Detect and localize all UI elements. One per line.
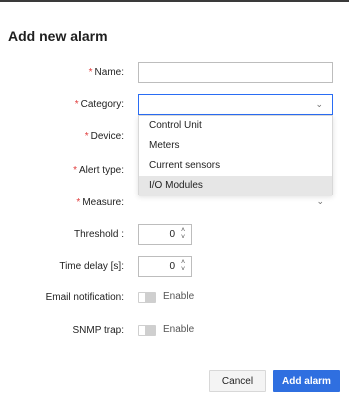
dialog-title: Add new alarm bbox=[8, 28, 108, 44]
snmp-trap-row: SNMP trap: Enable bbox=[0, 320, 349, 342]
measure-label: * Measure: bbox=[76, 197, 124, 208]
snmp-trap-label: SNMP trap: bbox=[72, 325, 125, 336]
dropdown-option-io-modules[interactable]: I/O Modules bbox=[139, 176, 332, 196]
required-marker: * bbox=[76, 197, 81, 208]
required-marker: * bbox=[73, 165, 77, 176]
dropdown-option-control-unit[interactable]: Control Unit bbox=[139, 116, 332, 136]
name-input[interactable] bbox=[138, 62, 333, 83]
threshold-label: Threshold : bbox=[73, 229, 124, 240]
top-divider bbox=[0, 0, 349, 2]
time-delay-row: Time delay [s]: 0 ˄ ˅ bbox=[0, 256, 349, 278]
alert-type-label: * Alert type: bbox=[73, 165, 124, 176]
required-marker: * bbox=[88, 67, 93, 78]
toggle-switch[interactable] bbox=[138, 325, 156, 336]
category-dropdown-menu: Control Unit Meters Current sensors I/O … bbox=[138, 115, 333, 196]
dropdown-option-current-sensors[interactable]: Current sensors bbox=[139, 156, 332, 176]
email-notification-label: Email notification: bbox=[45, 292, 124, 303]
add-alarm-button[interactable]: Add alarm bbox=[273, 370, 340, 392]
time-delay-value: 0 bbox=[169, 261, 175, 272]
name-label: * Name: bbox=[88, 67, 124, 78]
toggle-knob bbox=[139, 293, 145, 302]
toggle-switch[interactable] bbox=[138, 292, 156, 303]
category-row: * Category: ⌄ bbox=[0, 94, 349, 116]
email-enable-label: Enable bbox=[163, 291, 195, 302]
cancel-button[interactable]: Cancel bbox=[209, 370, 266, 392]
threshold-stepper[interactable]: 0 ˄ ˅ bbox=[138, 224, 192, 245]
device-label: * Device: bbox=[84, 131, 124, 142]
snmp-enable-label: Enable bbox=[163, 324, 195, 335]
spinner-arrows-icon[interactable]: ˄ ˅ bbox=[178, 259, 188, 274]
threshold-value: 0 bbox=[169, 229, 175, 240]
category-label: * Category: bbox=[74, 99, 124, 110]
dropdown-option-meters[interactable]: Meters bbox=[139, 136, 332, 156]
time-delay-label: Time delay [s]: bbox=[59, 261, 124, 272]
required-marker: * bbox=[74, 99, 79, 110]
time-delay-stepper[interactable]: 0 ˄ ˅ bbox=[138, 256, 192, 277]
required-marker: * bbox=[84, 131, 89, 142]
toggle-knob bbox=[139, 326, 145, 335]
threshold-row: Threshold : 0 ˄ ˅ bbox=[0, 224, 349, 246]
chevron-down-icon: ⌄ bbox=[315, 99, 323, 109]
chevron-down-icon: ⌄ bbox=[316, 196, 324, 206]
email-notification-row: Email notification: Enable bbox=[0, 287, 349, 309]
category-select[interactable]: ⌄ bbox=[138, 94, 333, 115]
name-row: * Name: bbox=[0, 62, 349, 84]
spinner-arrows-icon[interactable]: ˄ ˅ bbox=[178, 227, 188, 242]
